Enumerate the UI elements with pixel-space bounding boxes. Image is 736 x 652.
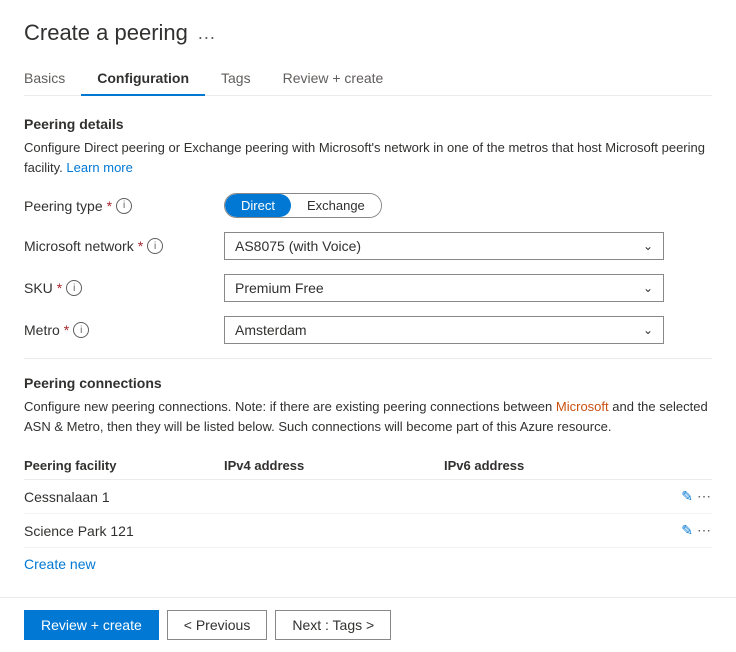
peering-connections-title: Peering connections [24,375,712,391]
peering-type-info-icon[interactable]: i [116,198,132,214]
more-icon-1[interactable]: ⋯ [697,522,712,539]
section-divider [24,358,712,359]
table-row: Cessnalaan 1 ✎ ⋯ [24,480,712,514]
previous-button[interactable]: < Previous [167,610,268,640]
sku-label: SKU * i [24,280,224,296]
facility-cell-0: Cessnalaan 1 [24,489,224,505]
peering-type-label: Peering type * i [24,198,224,214]
next-button[interactable]: Next : Tags > [275,610,391,640]
required-star-ms: * [138,238,143,254]
microsoft-network-info-icon[interactable]: i [147,238,163,254]
sku-dropdown[interactable]: Premium Free ⌄ [224,274,712,302]
table-row: Science Park 121 ✎ ⋯ [24,514,712,548]
learn-more-link[interactable]: Learn more [66,160,132,175]
col-header-ipv4: IPv4 address [224,458,444,473]
footer: Review + create < Previous Next : Tags > [0,597,736,652]
peering-connections-table: Peering facility IPv4 address IPv6 addre… [24,452,712,548]
col-header-facility: Peering facility [24,458,224,473]
tab-bar: Basics Configuration Tags Review + creat… [24,62,712,96]
col-header-actions [652,458,712,473]
peering-details-title: Peering details [24,116,712,132]
more-icon-0[interactable]: ⋯ [697,488,712,505]
table-header: Peering facility IPv4 address IPv6 addre… [24,452,712,480]
required-star-metro: * [64,322,69,338]
tab-configuration[interactable]: Configuration [81,62,205,96]
create-new-link[interactable]: Create new [24,556,96,572]
sku-chevron: ⌄ [643,281,653,295]
review-create-button[interactable]: Review + create [24,610,159,640]
required-star: * [107,198,112,214]
metro-value: Amsterdam [235,322,307,338]
sku-value: Premium Free [235,280,324,296]
tab-review-create[interactable]: Review + create [267,62,400,96]
required-star-sku: * [57,280,62,296]
toggle-direct[interactable]: Direct [225,194,291,217]
metro-dropdown[interactable]: Amsterdam ⌄ [224,316,712,344]
microsoft-network-chevron: ⌄ [643,239,653,253]
col-header-ipv6: IPv6 address [444,458,652,473]
microsoft-network-label: Microsoft network * i [24,238,224,254]
peering-connections-desc: Configure new peering connections. Note:… [24,397,712,436]
microsoft-network-dropdown[interactable]: AS8075 (with Voice) ⌄ [224,232,712,260]
microsoft-highlight: Microsoft [556,399,609,414]
edit-icon-1[interactable]: ✎ [681,522,693,539]
page-title: Create a peering [24,20,188,46]
peering-connections-section: Peering connections Configure new peerin… [24,375,712,572]
metro-info-icon[interactable]: i [73,322,89,338]
sku-info-icon[interactable]: i [66,280,82,296]
facility-cell-1: Science Park 121 [24,523,224,539]
metro-chevron: ⌄ [643,323,653,337]
microsoft-network-row: Microsoft network * i AS8075 (with Voice… [24,232,712,260]
row-actions-1: ✎ ⋯ [681,522,712,539]
sku-row: SKU * i Premium Free ⌄ [24,274,712,302]
peering-details-section: Peering details Configure Direct peering… [24,116,712,344]
edit-icon-0[interactable]: ✎ [681,488,693,505]
microsoft-network-value: AS8075 (with Voice) [235,238,361,254]
row-actions-0: ✎ ⋯ [681,488,712,505]
ellipsis-menu[interactable]: ... [198,23,216,44]
toggle-exchange[interactable]: Exchange [291,194,381,217]
tab-tags[interactable]: Tags [205,62,267,96]
metro-row: Metro * i Amsterdam ⌄ [24,316,712,344]
peering-details-desc: Configure Direct peering or Exchange pee… [24,138,712,177]
metro-label: Metro * i [24,322,224,338]
peering-type-row: Peering type * i Direct Exchange [24,193,712,218]
peering-type-toggle[interactable]: Direct Exchange [224,193,712,218]
tab-basics[interactable]: Basics [24,62,81,96]
